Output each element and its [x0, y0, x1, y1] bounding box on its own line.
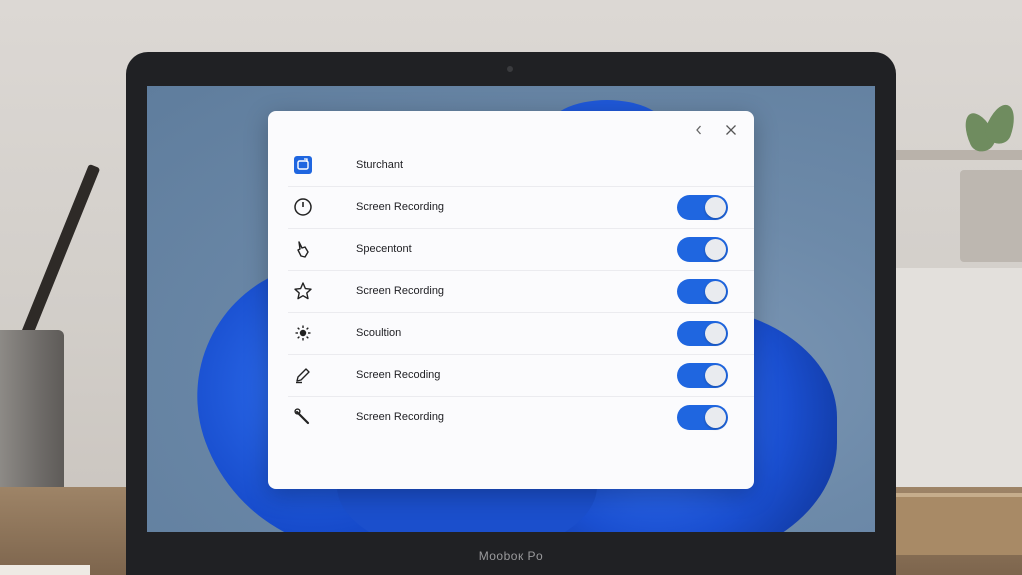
row-label: Screen Recording	[356, 411, 445, 423]
toggle-switch[interactable]	[677, 404, 728, 430]
toggle-knob	[705, 280, 726, 302]
row-label: Scoultion	[356, 327, 402, 339]
settings-dialog: Sturchant Screen Recording Specentont Sc…	[268, 111, 754, 489]
list-item[interactable]: Screen Recording	[288, 270, 754, 313]
toggle-knob	[705, 406, 726, 428]
pen-icon	[290, 362, 316, 388]
chevron-left-icon	[694, 123, 704, 141]
list-item[interactable]: Sturchant	[288, 144, 754, 187]
toggle-knob	[705, 238, 726, 260]
row-label: Screen Recording	[356, 201, 445, 213]
list-item[interactable]: Scoultion	[288, 312, 754, 355]
toggle-switch[interactable]	[677, 320, 728, 346]
toggle-switch[interactable]	[677, 236, 728, 262]
row-label: Sturchant	[356, 159, 404, 171]
wall-shelf	[892, 150, 1022, 160]
sun-icon	[290, 320, 316, 346]
list-item[interactable]: Screen Recording	[288, 186, 754, 229]
row-label: Screen Recoding	[356, 369, 441, 381]
plant-pot	[960, 170, 1022, 262]
toggle-switch[interactable]	[677, 278, 728, 304]
star-icon	[290, 278, 316, 304]
laptop-brand-label: Mooboк Po	[478, 549, 544, 563]
clock-icon	[290, 194, 316, 220]
close-button[interactable]	[720, 121, 742, 143]
back-button[interactable]	[688, 121, 710, 143]
list-item[interactable]: Screen Recording	[288, 396, 754, 438]
list-item[interactable]: Specentont	[288, 228, 754, 271]
book	[892, 493, 1022, 555]
row-label: Screen Recording	[356, 285, 445, 297]
list-item[interactable]: Screen Recoding	[288, 354, 754, 397]
paper	[0, 565, 90, 575]
webcam	[507, 66, 513, 72]
pencil	[18, 163, 101, 345]
wrench-icon	[290, 404, 316, 430]
pointer-hand-icon	[290, 236, 316, 262]
cabinet	[892, 268, 1022, 488]
toggle-knob	[705, 322, 726, 344]
toggle-switch[interactable]	[677, 194, 728, 220]
toggle-switch[interactable]	[677, 362, 728, 388]
app-window-icon	[290, 152, 316, 178]
row-label: Specentont	[356, 243, 412, 255]
toggle-knob	[705, 364, 726, 386]
close-icon	[725, 123, 737, 141]
toggle-knob	[705, 196, 726, 218]
